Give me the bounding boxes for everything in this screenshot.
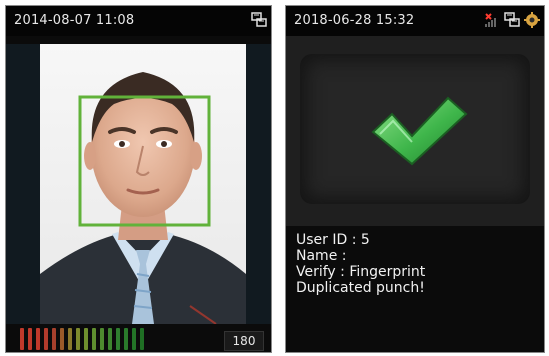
meter-bar	[52, 328, 56, 350]
status-bar: 2018-06-28 15:32	[286, 6, 544, 36]
datetime-label: 2014-08-07 11:08	[14, 13, 135, 28]
meter-bar	[140, 328, 144, 350]
settings-icon	[524, 12, 540, 28]
meter-bar	[108, 328, 112, 350]
meter-bar	[124, 328, 128, 350]
face-photo	[40, 44, 246, 324]
meter-bar	[68, 328, 72, 350]
signal-meter	[20, 328, 144, 350]
meter-bar	[92, 328, 96, 350]
camera-preview	[40, 44, 246, 324]
camera-side-shade-right	[246, 44, 271, 324]
meter-bar	[100, 328, 104, 350]
user-id-text: User ID : 5	[296, 232, 370, 248]
verification-info: User ID : 5 Name : Verify : Fingerprint …	[296, 232, 425, 296]
meter-bar	[44, 328, 48, 350]
verification-panel	[300, 54, 530, 204]
network-icon	[251, 12, 267, 27]
meter-bar	[28, 328, 32, 350]
status-bar: 2014-08-07 11:08	[6, 6, 271, 36]
verification-screen: 2018-06-28 15:32 User ID: 5 Name: Veri…	[286, 6, 544, 352]
meter-bar	[60, 328, 64, 350]
meter-bar	[36, 328, 40, 350]
meter-bar	[76, 328, 80, 350]
face-capture-screen: 2014-08-07 11:08 180	[6, 6, 271, 352]
network-icon	[504, 12, 520, 27]
status-message: Duplicated punch!	[296, 280, 425, 296]
meter-bar	[116, 328, 120, 350]
camera-side-shade-left	[6, 44, 40, 324]
no-signal-icon	[485, 13, 496, 27]
checkmark-icon	[371, 96, 468, 166]
name-text: Name :	[296, 248, 347, 264]
meter-value: 180	[224, 331, 264, 351]
meter-bar	[132, 328, 136, 350]
meter-bar	[20, 328, 24, 350]
verify-method-text: Verify : Fingerprint	[296, 264, 426, 280]
datetime-label: 2018-06-28 15:32	[294, 13, 415, 28]
meter-bar	[84, 328, 88, 350]
